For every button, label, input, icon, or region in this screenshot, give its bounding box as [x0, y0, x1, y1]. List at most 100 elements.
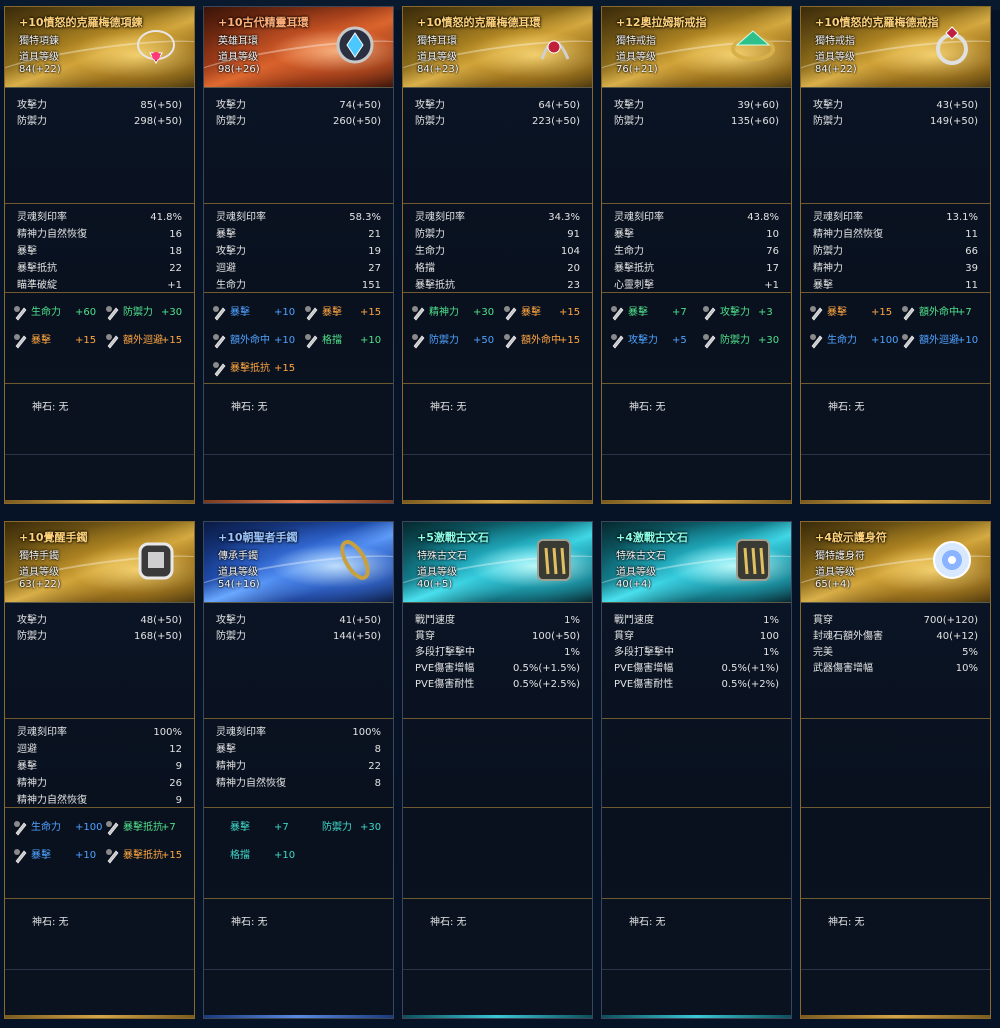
divine-stone-label: 神石: 无 — [828, 402, 865, 413]
stat-name: 暴擊 — [216, 744, 236, 755]
divine-stone-label: 神石: 无 — [32, 402, 69, 413]
sword-icon — [411, 305, 427, 321]
stat-row: 暴擊 21 — [216, 227, 381, 243]
option-value: +15 — [360, 307, 382, 318]
stat-name: 多段打擊擊中 — [614, 647, 674, 658]
item-level-label: 道具等级 — [815, 52, 855, 63]
divine-stone-label: 神石: 无 — [629, 402, 666, 413]
stat-value: 0.5%(+1.5%) — [513, 663, 580, 674]
option-item: 暴擊 +10 — [13, 846, 101, 866]
stat-name: 暴擊 — [216, 229, 236, 240]
option-name: 防禦力 — [322, 822, 352, 833]
item-name: +10憤怒的克羅梅德耳環 — [417, 16, 541, 29]
option-name: 額外命中 — [230, 335, 270, 346]
stat-value: 9 — [175, 761, 182, 772]
option-value: +15 — [559, 307, 581, 318]
sword-icon — [809, 305, 825, 321]
divine-stone: 神石: 无 — [602, 384, 791, 455]
stat-name: 生命力 — [216, 280, 246, 291]
item-grade: 英雄耳環 — [218, 36, 258, 47]
item-card-ring[interactable]: +10憤怒的克羅梅德戒指 獨特戒指 道具等级 84(+22) 攻擊力 43(+50) 防禦力… — [800, 6, 991, 504]
item-grade: 傳承手鐲 — [218, 551, 258, 562]
stat-value: 1% — [763, 647, 779, 658]
stat-name: 灵魂刻印率 — [813, 212, 863, 223]
stat-row: 貫穿 100 — [614, 629, 779, 645]
sword-icon — [411, 333, 427, 349]
option-item: 暴擊抵抗 +15 — [105, 846, 193, 866]
stat-value: 20 — [567, 263, 580, 274]
stat-name: 攻擊力 — [216, 100, 246, 111]
option-item: 生命力 +100 — [809, 331, 898, 351]
stat-row: 防禦力 168(+50) — [17, 629, 182, 645]
option-value: +7 — [672, 307, 687, 318]
earring-red-icon — [528, 19, 580, 71]
stat-row: 封魂石額外傷害 40(+12) — [813, 629, 978, 645]
option-name: 暴擊 — [230, 307, 250, 318]
engraving-options: 暴擊 +15 額外命中 +7 生命力 +100 額外迴避 +10 — [801, 293, 990, 384]
sword-icon — [13, 333, 29, 349]
option-item: 暴擊 +15 — [809, 303, 897, 323]
option-item: 暴擊 +15 — [503, 303, 591, 323]
option-item: 額外命中 +15 — [503, 331, 591, 351]
item-card-bracelet-pilgrim[interactable]: +10朝聖者手鐲 傳承手鐲 道具等级 54(+16) 攻擊力 41(+50) 防禦力 144(… — [203, 521, 394, 1019]
engraving-options: 暴擊 +10 暴擊 +15 額外命中 +10 格擋 +10 暴擊抵抗 +15 — [204, 293, 393, 384]
stat-name: 灵魂刻印率 — [415, 212, 465, 223]
stat-value: 0.5%(+2.5%) — [513, 679, 580, 690]
item-card-rune-4[interactable]: +4激戰古文石 特殊古文石 道具等级 40(+4) 戰鬥速度 1% 貫穿 100 多段打擊擊中 1… — [601, 521, 792, 1019]
item-name: +10憤怒的克羅梅德戒指 — [815, 16, 939, 29]
item-card-amulet[interactable]: +4啟示護身符 獨特護身符 道具等级 65(+4) 貫穿 700(+120) 封魂石額外傷害… — [800, 521, 991, 1019]
item-card-ring-olams[interactable]: +12奧拉姆斯戒指 獨特戒指 道具等级 76(+21) 攻擊力 39(+60) 防禦力 135… — [601, 6, 792, 504]
rune-icon — [727, 534, 779, 586]
extra-stats: 灵魂刻印率 13.1% 精神力自然恢復 11 防禦力 66 精神力 39 暴擊 11 — [801, 204, 990, 293]
stat-row: 攻擊力 48(+50) — [17, 613, 182, 629]
sword-icon — [105, 333, 121, 349]
divine-stone: 神石: 无 — [5, 899, 194, 970]
stat-value: +1 — [764, 280, 779, 291]
item-card-earring-hero[interactable]: +10古代精靈耳環 英雄耳環 道具等级 98(+26) 攻擊力 74(+50) 防禦力 260… — [203, 6, 394, 504]
item-level-value: 84(+22) — [19, 64, 61, 75]
option-value: +10 — [274, 335, 296, 346]
stat-name: 暴擊抵抗 — [17, 263, 57, 274]
item-level-value: 98(+26) — [218, 64, 260, 75]
stat-name: PVE傷害耐性 — [415, 679, 475, 690]
stat-name: 戰鬥速度 — [614, 615, 654, 626]
stat-row: 貫穿 700(+120) — [813, 613, 978, 629]
stat-name: 攻擊力 — [216, 246, 246, 257]
stat-value: 41(+50) — [339, 615, 381, 626]
item-level-value: 54(+16) — [218, 579, 260, 590]
card-bottom-edge — [5, 500, 194, 503]
stat-value: 18 — [169, 246, 182, 257]
stat-value: 13.1% — [946, 212, 978, 223]
stat-name: 灵魂刻印率 — [17, 212, 67, 223]
item-card-earring[interactable]: +10憤怒的克羅梅德耳環 獨特耳環 道具等级 84(+23) 攻擊力 64(+50) 防禦力… — [402, 6, 593, 504]
item-grade: 獨特護身符 — [815, 551, 865, 562]
stat-row: 攻擊力 74(+50) — [216, 98, 381, 114]
sword-icon — [702, 305, 718, 321]
stat-row: 灵魂刻印率 43.8% — [614, 210, 779, 226]
base-stats: 攻擊力 39(+60) 防禦力 135(+60) — [602, 88, 791, 204]
item-card-bracelet-awaken[interactable]: +10覺醒手鐲 獨特手鐲 道具等级 63(+22) 攻擊力 48(+50) 防禦力 168(+… — [4, 521, 195, 1019]
stat-value: 0.5%(+2%) — [721, 679, 779, 690]
option-name: 額外迴避 — [123, 335, 163, 346]
item-level-label: 道具等级 — [19, 567, 59, 578]
divine-stone: 神石: 无 — [5, 384, 194, 455]
item-level-label: 道具等级 — [616, 52, 656, 63]
stat-value: 16 — [169, 229, 182, 240]
option-item: 攻擊力 +5 — [610, 331, 698, 351]
sword-icon — [13, 305, 29, 321]
divine-stone-label: 神石: 无 — [430, 917, 467, 928]
option-value: +15 — [161, 335, 183, 346]
stat-value: 0.5%(+1%) — [721, 663, 779, 674]
card-bottom-edge — [403, 500, 592, 503]
stat-name: 防禦力 — [614, 116, 644, 127]
stat-value: 64(+50) — [538, 100, 580, 111]
option-item: 暴擊 +15 — [304, 303, 392, 323]
card-bottom-edge — [801, 1015, 990, 1018]
stat-name: 精神力 — [216, 761, 246, 772]
stat-row: 灵魂刻印率 41.8% — [17, 210, 182, 226]
stat-value: 700(+120) — [923, 615, 978, 626]
item-name: +10古代精靈耳環 — [218, 16, 309, 29]
option-item: 生命力 +100 — [13, 818, 102, 838]
item-card-necklace[interactable]: +10憤怒的克羅梅德項鍊 獨特項鍊 道具等级 84(+22) 攻擊力 85(+50) 防禦力… — [4, 6, 195, 504]
item-card-rune-5[interactable]: +5激戰古文石 特殊古文石 道具等级 40(+5) 戰鬥速度 1% 貫穿 100(+50) 多段… — [402, 521, 593, 1019]
